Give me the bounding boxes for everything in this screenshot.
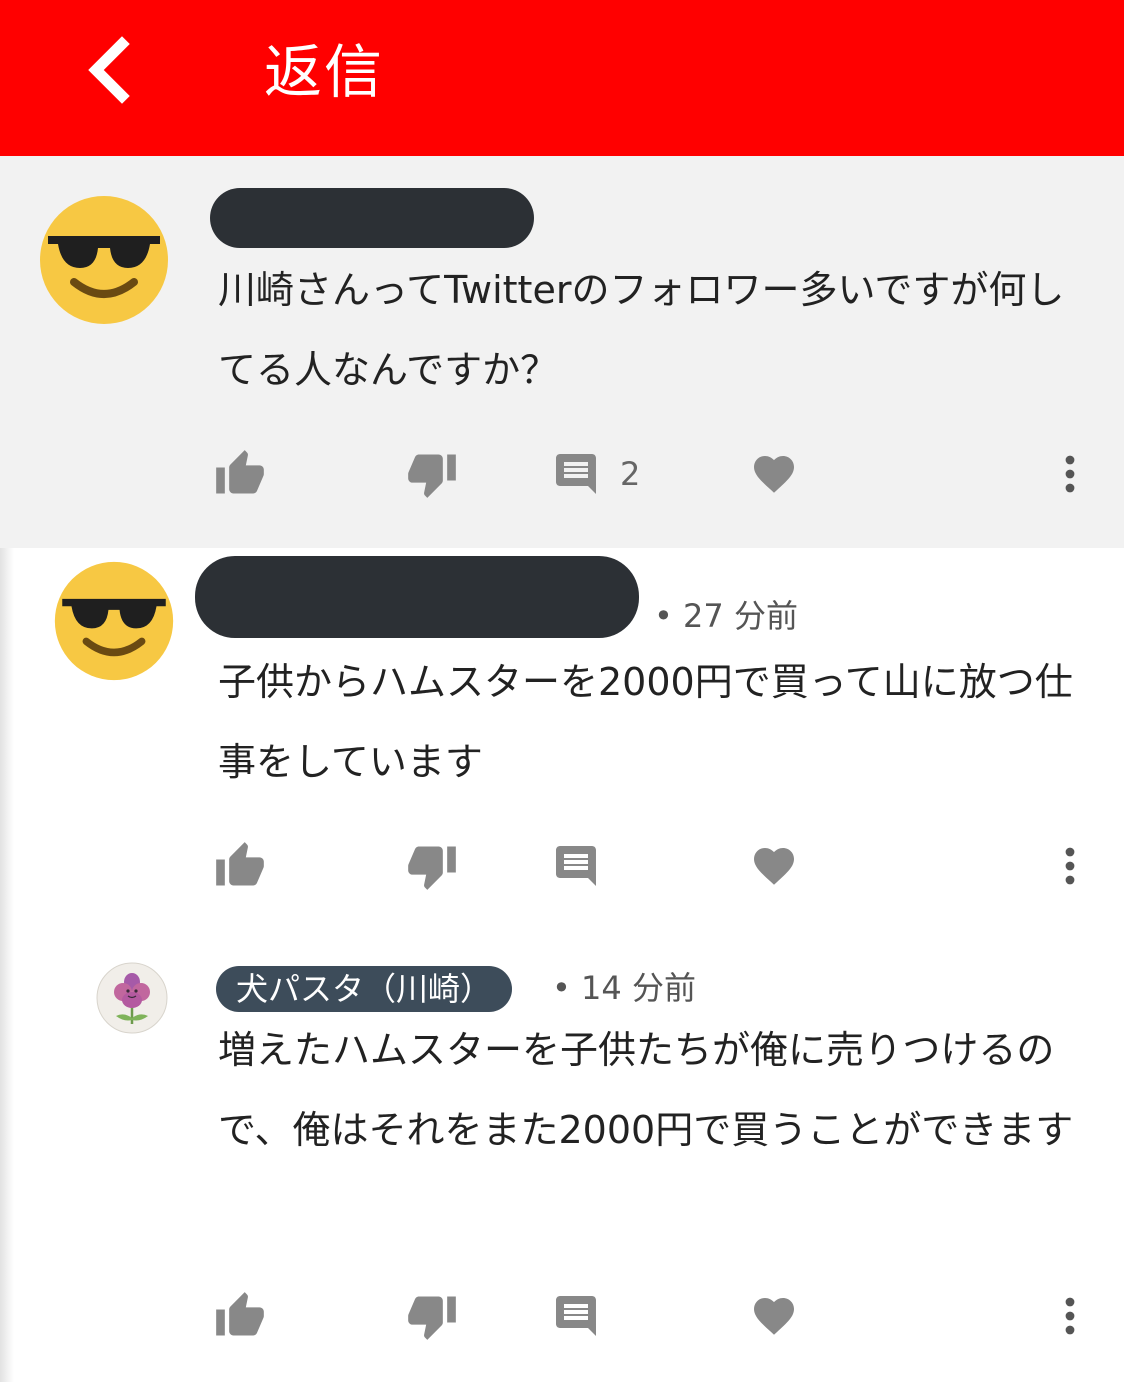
more-vertical-icon <box>1065 1297 1075 1335</box>
more-button[interactable] <box>1046 444 1094 504</box>
thumbs-down-icon <box>408 1296 456 1340</box>
more-button[interactable] <box>1046 836 1094 896</box>
thumbs-up-icon <box>216 1292 264 1336</box>
reply-button[interactable] <box>552 1286 600 1346</box>
flower-avatar-icon[interactable] <box>96 962 168 1034</box>
comment-icon <box>556 846 596 886</box>
comment-time: • 14 分前 <box>552 969 696 1007</box>
heart-icon <box>754 456 794 493</box>
heart-button[interactable] <box>750 836 798 896</box>
app-header: 返信 <box>0 0 1124 156</box>
dislike-button[interactable] <box>406 444 458 504</box>
author-name-redacted <box>195 556 639 638</box>
comment-text: 川崎さんってTwitterのフォロワー多いですが何してる人なんですか？ <box>218 268 1065 392</box>
thumbs-down-icon <box>408 846 456 890</box>
comment-text: 子供からハムスターを2000円で買って山に放つ仕事をしています <box>218 660 1073 784</box>
dislike-button[interactable] <box>406 1286 458 1346</box>
more-button[interactable] <box>1046 1286 1094 1346</box>
chevron-left-icon <box>88 36 130 104</box>
like-button[interactable] <box>214 836 266 896</box>
reply-button[interactable] <box>552 836 600 896</box>
more-vertical-icon <box>1065 455 1075 493</box>
reply-count: 2 <box>620 455 641 493</box>
sunglasses-face-icon[interactable] <box>53 560 175 682</box>
page-title: 返信 <box>264 38 385 106</box>
comment-time: • 27 分前 <box>654 597 798 635</box>
thumbs-up-icon <box>216 842 264 886</box>
reply-button[interactable]: 2 <box>552 444 640 504</box>
author-name[interactable]: 犬パスタ（川崎） <box>216 966 513 1012</box>
more-vertical-icon <box>1065 847 1075 885</box>
dislike-button[interactable] <box>406 836 458 896</box>
heart-icon <box>754 1298 794 1335</box>
thumbs-up-icon <box>216 450 264 494</box>
sunglasses-face-icon[interactable] <box>38 194 170 326</box>
parent-comment: 川崎さんってTwitterのフォロワー多いですが何してる人なんですか？ 2 <box>0 156 1124 548</box>
like-button[interactable] <box>214 444 266 504</box>
comment-actions <box>0 836 1124 896</box>
comment-actions <box>0 1286 1124 1346</box>
like-button[interactable] <box>214 1286 266 1346</box>
reply-comment: 犬パスタ（川崎） • 14 分前 増えたハムスターを子供たちが俺に売りつけるので… <box>0 940 1124 1382</box>
heart-button[interactable] <box>750 1286 798 1346</box>
comment-icon <box>556 1296 596 1336</box>
comment-text: 増えたハムスターを子供たちが俺に売りつけるので、俺はそれをまた2000円で買うこ… <box>218 1028 1074 1152</box>
heart-icon <box>754 848 794 885</box>
thumbs-down-icon <box>408 454 456 498</box>
author-name-redacted <box>210 188 534 248</box>
comment-actions: 2 <box>0 444 1124 504</box>
heart-button[interactable] <box>750 444 798 504</box>
reply-comment: • 27 分前 子供からハムスターを2000円で買って山に放つ仕事をしています <box>0 548 1124 940</box>
back-button[interactable] <box>70 30 150 110</box>
comment-icon <box>556 454 596 494</box>
